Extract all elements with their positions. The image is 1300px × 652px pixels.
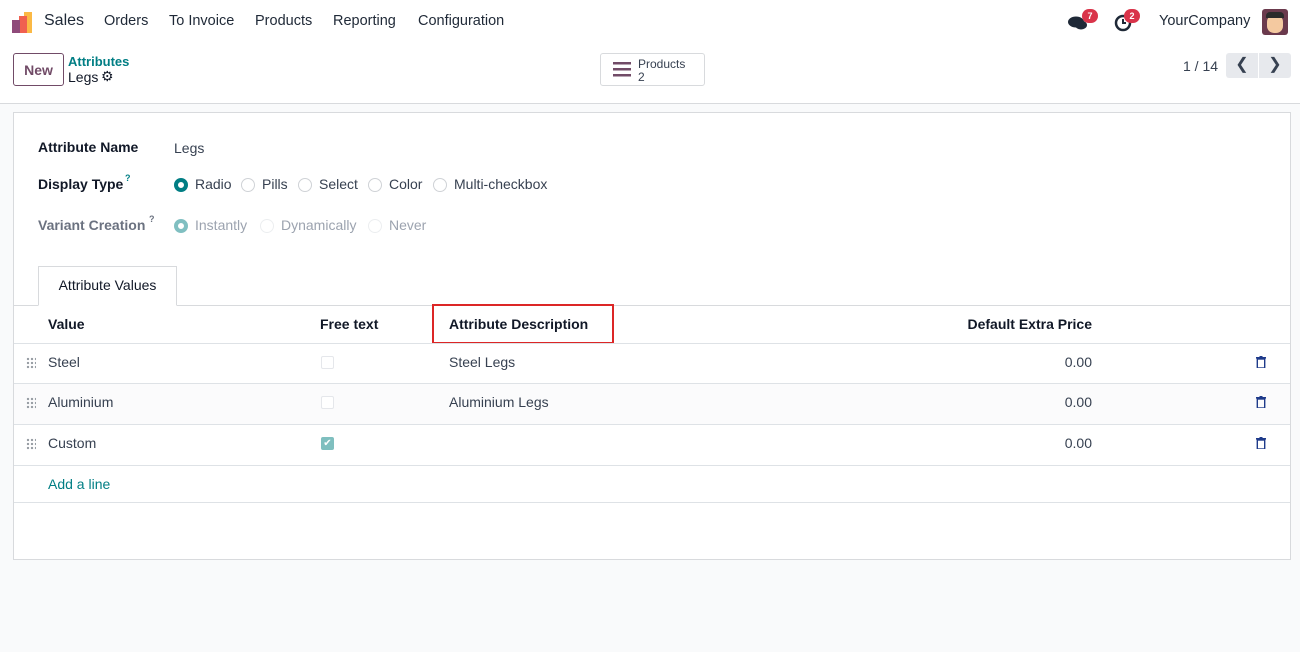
option-multi-checkbox-label[interactable]: Multi-checkbox xyxy=(454,176,547,192)
option-dynamically-label: Dynamically xyxy=(281,217,357,233)
messages-button[interactable]: 7 xyxy=(1068,9,1098,34)
option-color-label[interactable]: Color xyxy=(389,176,422,192)
display-type-help-icon[interactable]: ? xyxy=(125,173,131,183)
value-cell[interactable]: Custom xyxy=(48,435,96,451)
activities-badge: 2 xyxy=(1124,9,1140,23)
radio-variant-never xyxy=(368,219,382,233)
option-pills-label[interactable]: Pills xyxy=(262,176,288,192)
radio-display-multi-checkbox[interactable] xyxy=(433,178,447,192)
menu-configuration[interactable]: Configuration xyxy=(418,13,504,29)
new-button[interactable]: New xyxy=(13,53,64,86)
menu-reporting[interactable]: Reporting xyxy=(333,13,396,29)
price-cell[interactable]: 0.00 xyxy=(1065,354,1092,370)
description-cell[interactable]: Steel Legs xyxy=(449,354,515,370)
app-name[interactable]: Sales xyxy=(44,12,84,30)
chevron-left-icon: ❮ xyxy=(1235,56,1249,73)
price-cell[interactable]: 0.00 xyxy=(1065,394,1092,410)
radio-display-color[interactable] xyxy=(368,178,382,192)
drag-handle-icon[interactable] xyxy=(26,357,36,369)
menu-to-invoice[interactable]: To Invoice xyxy=(169,13,234,29)
activities-button[interactable]: 2 xyxy=(1114,9,1144,34)
free-text-checkbox[interactable] xyxy=(321,396,334,409)
option-never-label: Never xyxy=(389,217,427,233)
option-instantly-label: Instantly xyxy=(195,217,248,233)
trash-icon[interactable] xyxy=(1256,396,1266,408)
menu-products[interactable]: Products xyxy=(255,13,312,29)
chevron-right-icon: ❯ xyxy=(1268,56,1282,73)
drag-handle-icon[interactable] xyxy=(26,438,36,450)
column-header-free-text[interactable]: Free text xyxy=(320,316,378,332)
table-row[interactable]: Steel Steel Legs 0.00 xyxy=(14,343,1290,383)
list-icon xyxy=(613,62,631,77)
display-type-label: Display Type xyxy=(38,176,124,192)
radio-variant-instantly xyxy=(174,219,188,233)
radio-display-radio[interactable] xyxy=(174,178,188,192)
pager-value[interactable]: 1 / 14 xyxy=(1183,58,1218,74)
form-sheet: Attribute Name Legs Display Type ? Radio… xyxy=(13,112,1291,560)
highlight-box xyxy=(432,304,614,344)
column-header-default-extra-price[interactable]: Default Extra Price xyxy=(968,316,1093,332)
checkmark-icon: ✔ xyxy=(323,438,332,449)
breadcrumb-attributes[interactable]: Attributes xyxy=(68,54,129,69)
column-header-value[interactable]: Value xyxy=(48,316,85,332)
trash-icon[interactable] xyxy=(1256,356,1266,368)
variant-creation-label: Variant Creation xyxy=(38,217,146,233)
value-cell[interactable]: Aluminium xyxy=(48,394,113,410)
table-row[interactable]: Custom ✔ 0.00 xyxy=(14,424,1290,465)
messages-badge: 7 xyxy=(1082,9,1098,23)
option-select-label[interactable]: Select xyxy=(319,176,358,192)
products-smart-button[interactable]: Products 2 xyxy=(600,53,705,86)
breadcrumb-current: Legs xyxy=(68,69,99,85)
variant-creation-help-icon[interactable]: ? xyxy=(149,214,155,224)
radio-display-select[interactable] xyxy=(298,178,312,192)
trash-icon[interactable] xyxy=(1256,437,1266,449)
free-text-checkbox-checked[interactable]: ✔ xyxy=(321,437,334,450)
pager-previous-button[interactable]: ❮ xyxy=(1226,53,1258,78)
menu-orders[interactable]: Orders xyxy=(104,13,148,29)
control-panel: New Attributes Legs ⚙ Products 2 1 / 14 … xyxy=(0,44,1300,104)
free-text-checkbox[interactable] xyxy=(321,356,334,369)
smart-button-count: 2 xyxy=(638,70,645,84)
option-radio-label[interactable]: Radio xyxy=(195,176,232,192)
tab-attribute-values[interactable]: Attribute Values xyxy=(38,266,177,306)
price-cell[interactable]: 0.00 xyxy=(1065,435,1092,451)
avatar[interactable] xyxy=(1262,9,1288,35)
description-cell[interactable]: Aluminium Legs xyxy=(449,394,549,410)
gear-icon[interactable]: ⚙ xyxy=(101,68,114,85)
table-row[interactable]: Aluminium Aluminium Legs 0.00 xyxy=(14,383,1290,424)
radio-variant-dynamically xyxy=(260,219,274,233)
smart-button-label: Products xyxy=(638,57,686,71)
attribute-name-label: Attribute Name xyxy=(38,139,139,155)
pager-next-button[interactable]: ❯ xyxy=(1259,53,1291,78)
sales-app-logo[interactable] xyxy=(12,11,34,33)
add-line-row: Add a line xyxy=(14,465,1290,503)
attribute-name-field[interactable]: Legs xyxy=(174,140,204,156)
radio-display-pills[interactable] xyxy=(241,178,255,192)
add-a-line-link[interactable]: Add a line xyxy=(48,476,110,492)
value-cell[interactable]: Steel xyxy=(48,354,80,370)
drag-handle-icon[interactable] xyxy=(26,397,36,409)
table-header: Value Free text Attribute Description De… xyxy=(14,304,1290,344)
navbar: Sales Orders To Invoice Products Reporti… xyxy=(0,0,1300,44)
company-switcher[interactable]: YourCompany xyxy=(1159,13,1250,29)
